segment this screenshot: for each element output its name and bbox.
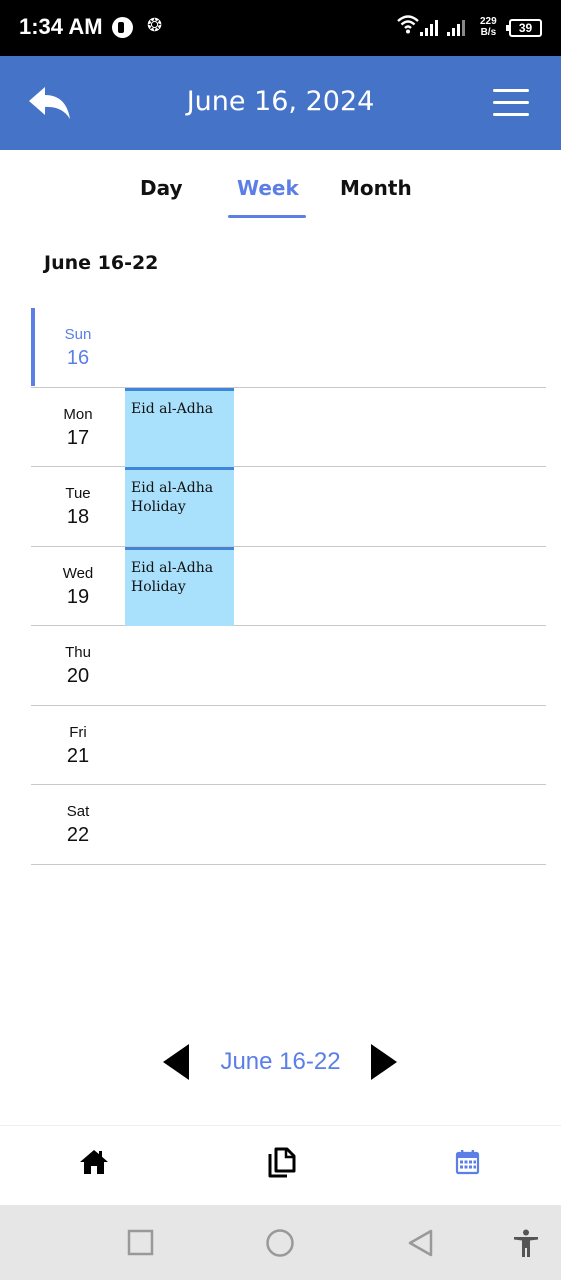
day-row-tue[interactable]: Tue 18 Eid al-Adha Holiday <box>31 467 546 547</box>
accessibility-icon[interactable] <box>511 1228 541 1258</box>
view-tabs: Day Week Month <box>0 170 561 220</box>
bottom-nav <box>0 1125 561 1205</box>
page-title: June 16, 2024 <box>186 86 375 117</box>
status-bar: 1:34 AM ❂ 229 B/s 39 <box>0 0 561 56</box>
home-icon[interactable] <box>76 1144 112 1180</box>
day-name: Thu <box>65 644 91 661</box>
day-name: Tue <box>65 485 91 502</box>
battery-icon: 39 <box>506 19 542 37</box>
notification-app-icon <box>112 17 133 38</box>
day-number: 21 <box>66 744 90 767</box>
day-name: Fri <box>69 723 87 741</box>
day-number: 19 <box>66 585 90 608</box>
day-label: Tue 18 <box>31 485 125 529</box>
day-row-sun[interactable]: Sun 16 <box>31 308 546 388</box>
day-label: Wed 19 <box>31 565 125 609</box>
day-label: Sat 22 <box>31 803 125 847</box>
day-name: Mon <box>63 405 93 423</box>
home-circle-icon[interactable] <box>265 1228 295 1258</box>
day-label: Mon 17 <box>31 406 125 450</box>
day-name: Wed <box>62 564 94 582</box>
tab-week[interactable]: Week <box>237 176 299 200</box>
signal-icon <box>420 20 465 36</box>
day-number: 17 <box>66 426 90 449</box>
battery-level: 39 <box>518 21 533 35</box>
day-name: Sat <box>66 803 90 820</box>
day-row-fri[interactable]: Fri 21 <box>31 706 546 785</box>
day-row-thu[interactable]: Thu 20 <box>31 626 546 706</box>
active-tab-indicator <box>228 215 306 218</box>
documents-icon[interactable] <box>263 1144 299 1180</box>
day-number: 18 <box>66 506 90 528</box>
network-speed-value: 229 <box>480 16 497 27</box>
network-speed-unit: B/s <box>480 27 497 38</box>
week-range-title: June 16-22 <box>44 252 159 274</box>
triangle-right-icon[interactable] <box>369 1043 399 1081</box>
event-eid-al-adha-holiday[interactable]: Eid al-Adha Holiday <box>125 546 234 626</box>
calendar-icon[interactable] <box>449 1144 485 1180</box>
day-row-mon[interactable]: Mon 17 Eid al-Adha <box>31 387 546 467</box>
event-eid-al-adha-holiday[interactable]: Eid al-Adha Holiday <box>125 467 234 546</box>
hamburger-menu-icon[interactable] <box>493 89 529 117</box>
day-number: 16 <box>66 347 90 369</box>
recents-square-icon[interactable] <box>126 1228 156 1258</box>
day-number: 20 <box>66 665 90 687</box>
event-eid-al-adha[interactable]: Eid al-Adha <box>125 387 234 467</box>
day-label: Thu 20 <box>31 644 125 688</box>
back-triangle-icon[interactable] <box>405 1228 435 1258</box>
wifi-icon <box>397 15 419 34</box>
day-number: 22 <box>66 824 90 846</box>
pager-range-label: June 16-22 <box>220 1048 341 1075</box>
week-pager: June 16-22 <box>0 1040 561 1084</box>
status-time: 1:34 AM <box>19 14 103 39</box>
network-speed: 229 B/s <box>480 16 497 38</box>
tab-day[interactable]: Day <box>140 176 183 200</box>
system-nav-bar <box>0 1205 561 1280</box>
app-bar: June 16, 2024 <box>0 56 561 150</box>
tab-month[interactable]: Month <box>340 176 412 200</box>
day-row-sat[interactable]: Sat 22 <box>31 785 546 865</box>
day-label: Sun 16 <box>31 326 125 370</box>
day-row-wed[interactable]: Wed 19 Eid al-Adha Holiday <box>31 546 546 626</box>
day-label: Fri 21 <box>31 724 125 768</box>
day-name: Sun <box>64 326 92 343</box>
week-list: Sun 16 Mon 17 Eid al-Adha Tue 18 Eid al-… <box>31 308 546 865</box>
notification-settings-icon: ❂ <box>147 15 163 36</box>
